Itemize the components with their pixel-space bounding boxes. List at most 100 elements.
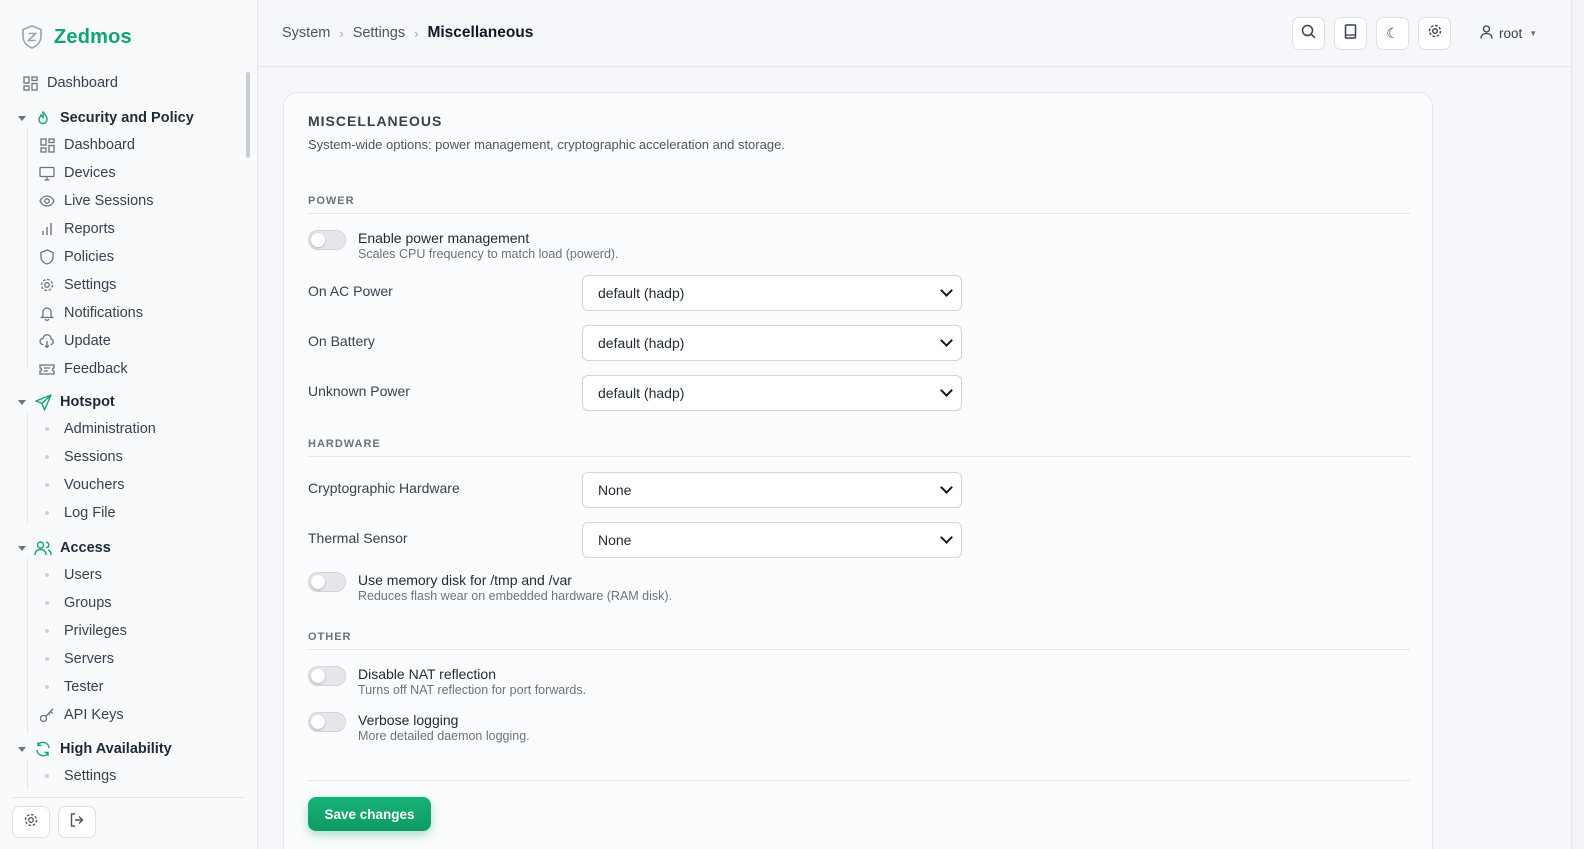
divider xyxy=(308,780,1410,781)
sidebar-item-privileges[interactable]: Privileges xyxy=(39,623,127,639)
sidebar-item-log-file[interactable]: Log File xyxy=(39,505,116,521)
sidebar-item-groups[interactable]: Groups xyxy=(39,595,112,611)
brand[interactable]: Zedmos xyxy=(20,23,132,51)
sidebar-item-users[interactable]: Users xyxy=(39,567,102,583)
crypto-hardware-value: None xyxy=(598,482,632,498)
thermal-sensor-select[interactable]: None xyxy=(582,522,962,558)
thermal-sensor-value: None xyxy=(598,532,632,548)
sidebar-item-sessions[interactable]: Sessions xyxy=(39,449,123,465)
theme-toggle-button[interactable]: ☾ xyxy=(1376,17,1409,50)
bullet-icon xyxy=(45,774,49,778)
sidebar-item-update[interactable]: Update xyxy=(39,333,111,349)
unknown-power-label: Unknown Power xyxy=(308,383,410,399)
power-management-toggle[interactable] xyxy=(308,230,346,250)
sidebar-item-label: Notifications xyxy=(64,305,143,321)
sidebar-item-live-sessions[interactable]: Live Sessions xyxy=(39,193,153,209)
breadcrumb-system[interactable]: System xyxy=(282,25,330,41)
sidebar-item-settings[interactable]: Settings xyxy=(39,277,116,293)
memory-disk-desc: Reduces flash wear on embedded hardware … xyxy=(358,589,673,603)
docs-button[interactable] xyxy=(1334,17,1367,50)
battery-value: default (hadp) xyxy=(598,335,685,351)
bullet-icon xyxy=(45,573,49,577)
sidebar-scrollbar[interactable] xyxy=(246,72,250,158)
sidebar-item-security-dashboard[interactable]: Dashboard xyxy=(39,137,135,153)
username: root xyxy=(1499,26,1523,41)
user-menu[interactable]: root ▼ xyxy=(1480,25,1537,42)
bell-icon xyxy=(39,305,55,321)
sidebar-item-feedback[interactable]: Feedback xyxy=(39,361,128,377)
sidebar-item-label: Groups xyxy=(64,595,112,611)
chevron-down-icon xyxy=(940,334,953,347)
ac-power-select[interactable]: default (hadp) xyxy=(582,275,962,311)
sidebar-item-notifications[interactable]: Notifications xyxy=(39,305,143,321)
breadcrumb-settings[interactable]: Settings xyxy=(353,25,405,41)
sidebar-settings-button[interactable] xyxy=(12,806,50,838)
bullet-icon xyxy=(45,511,49,515)
sidebar-item-ha-settings[interactable]: Settings xyxy=(39,768,116,784)
book-icon xyxy=(1344,23,1357,44)
unknown-power-value: default (hadp) xyxy=(598,385,685,401)
sidebar-group-access[interactable]: Access xyxy=(18,539,111,557)
header-settings-button[interactable] xyxy=(1418,17,1451,50)
page-subtitle: System-wide options: power management, c… xyxy=(308,137,785,152)
shield-icon xyxy=(39,249,55,265)
caret-down-icon xyxy=(18,115,26,121)
bar-chart-icon xyxy=(39,221,55,237)
sidebar-group-label: High Availability xyxy=(60,741,172,757)
sidebar-item-policies[interactable]: Policies xyxy=(39,249,114,265)
battery-label: On Battery xyxy=(308,333,375,349)
search-button[interactable] xyxy=(1292,17,1325,50)
sidebar-footer xyxy=(12,797,245,838)
sidebar-item-servers[interactable]: Servers xyxy=(39,651,114,667)
ticket-icon xyxy=(39,361,55,377)
sidebar-group-hotspot[interactable]: Hotspot xyxy=(18,393,115,411)
sidebar-item-label: Dashboard xyxy=(64,137,135,153)
ac-power-value: default (hadp) xyxy=(598,285,685,301)
memory-disk-row: Use memory disk for /tmp and /var Reduce… xyxy=(308,572,672,605)
sidebar-item-label: Settings xyxy=(64,277,117,293)
section-other: OTHER xyxy=(308,631,1410,650)
chevron-down-icon xyxy=(940,384,953,397)
sidebar-group-label: Hotspot xyxy=(60,394,115,410)
sidebar-item-label: Privileges xyxy=(64,623,127,639)
sidebar-item-label: Users xyxy=(64,567,102,583)
power-management-desc: Scales CPU frequency to match load (powe… xyxy=(358,247,619,261)
gear-icon xyxy=(1427,23,1443,44)
sidebar-item-reports[interactable]: Reports xyxy=(39,221,115,237)
sidebar-item-tester[interactable]: Tester xyxy=(39,679,104,695)
cloud-download-icon xyxy=(39,333,55,349)
nat-reflection-toggle[interactable] xyxy=(308,666,346,686)
chevron-down-icon xyxy=(940,531,953,544)
tree-line xyxy=(27,128,28,368)
sidebar: Zedmos Dashboard Security and Policy Das… xyxy=(0,0,258,849)
breadcrumb-current: Miscellaneous xyxy=(427,24,534,41)
thermal-sensor-label: Thermal Sensor xyxy=(308,530,408,546)
tree-line xyxy=(27,412,28,524)
page-scrollbar[interactable] xyxy=(1571,0,1584,849)
sidebar-group-high-availability[interactable]: High Availability xyxy=(18,740,172,758)
caret-down-icon xyxy=(18,399,26,405)
sidebar-item-api-keys[interactable]: API Keys xyxy=(39,707,124,723)
crypto-hardware-select[interactable]: None xyxy=(582,472,962,508)
misc-settings-card: MISCELLANEOUS System-wide options: power… xyxy=(283,92,1433,849)
sidebar-item-devices[interactable]: Devices xyxy=(39,165,116,181)
verbose-logging-toggle[interactable] xyxy=(308,712,346,732)
logout-icon xyxy=(69,812,85,833)
sidebar-group-security[interactable]: Security and Policy xyxy=(18,109,194,127)
memory-disk-toggle[interactable] xyxy=(308,572,346,592)
sidebar-item-administration[interactable]: Administration xyxy=(39,421,156,437)
sidebar-group-label: Access xyxy=(60,540,111,556)
bullet-icon xyxy=(45,483,49,487)
sidebar-item-label: API Keys xyxy=(64,707,124,723)
shield-logo-icon xyxy=(20,24,44,50)
battery-select[interactable]: default (hadp) xyxy=(582,325,962,361)
verbose-logging-label: Verbose logging xyxy=(358,712,459,728)
top-header: System › Settings › Miscellaneous ☾ root… xyxy=(258,0,1584,67)
sidebar-item-label: Policies xyxy=(64,249,114,265)
unknown-power-select[interactable]: default (hadp) xyxy=(582,375,962,411)
sidebar-item-dashboard[interactable]: Dashboard xyxy=(22,75,118,91)
brand-name: Zedmos xyxy=(54,25,132,48)
sidebar-item-vouchers[interactable]: Vouchers xyxy=(39,477,124,493)
logout-button[interactable] xyxy=(58,806,96,838)
save-button[interactable]: Save changes xyxy=(308,797,431,831)
